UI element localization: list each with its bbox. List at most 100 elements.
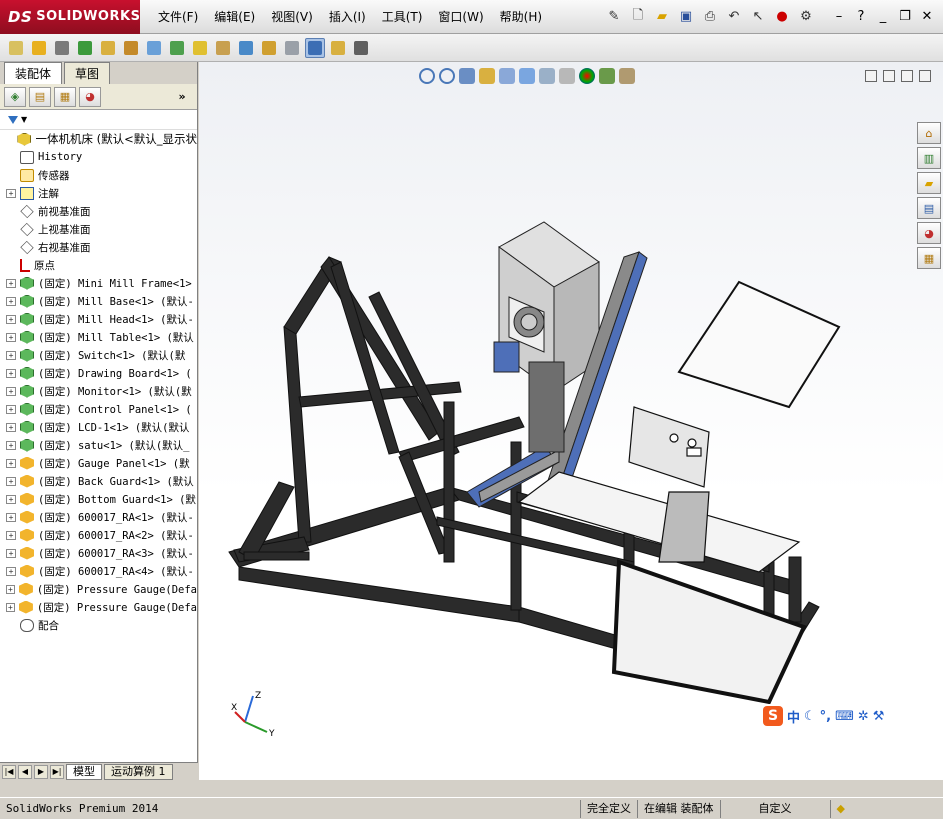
insert-component-icon[interactable] — [6, 38, 26, 58]
configuration-manager-icon[interactable]: ▦ — [54, 86, 76, 107]
new-document-icon[interactable]: 🗋 — [627, 6, 649, 28]
show-hidden-icon[interactable] — [144, 38, 164, 58]
tree-item[interactable]: + 注解 — [0, 184, 197, 202]
tree-item[interactable]: 上视基准面 — [0, 220, 197, 238]
tree-item[interactable]: History — [0, 148, 197, 166]
cnc-machine-model[interactable] — [199, 62, 943, 780]
tree-filter[interactable]: ▼ — [0, 110, 197, 130]
print-icon[interactable]: ⎙ — [699, 6, 721, 28]
tree-item[interactable]: + (固定) 600017_RA<2> (默认- — [0, 526, 197, 544]
tree-item[interactable]: + (固定) Control Panel<1> ( — [0, 400, 197, 418]
tree-item[interactable]: + (固定) Mill Head<1> (默认- — [0, 310, 197, 328]
appearances-icon[interactable]: ◕ — [917, 222, 941, 244]
save-icon[interactable]: ▣ — [675, 6, 697, 28]
tree-item[interactable]: + (固定) Mill Base<1> (默认- — [0, 292, 197, 310]
tree-item[interactable]: + (固定) Bottom Guard<1> (默 — [0, 490, 197, 508]
tab-motion-study-1[interactable]: 运动算例 1 — [104, 763, 173, 780]
new-part-icon[interactable] — [29, 38, 49, 58]
menu-tools[interactable]: 工具(T) — [374, 0, 431, 34]
update-speedpak-icon[interactable] — [328, 38, 348, 58]
bill-of-materials-icon[interactable] — [236, 38, 256, 58]
sogou-logo-icon[interactable]: S — [763, 706, 783, 726]
restore-window-icon[interactable]: ❐ — [895, 7, 915, 27]
menu-edit[interactable]: 编辑(E) — [206, 0, 263, 34]
mate-icon[interactable] — [52, 38, 72, 58]
graphics-viewport[interactable]: ⌂ ▥ ▰ ▤ ◕ ▦ Z Y X S 中 ☾ °, ⌨ ✲ ⚒ — [199, 62, 943, 780]
close-window-icon[interactable]: ✕ — [917, 7, 937, 27]
help-icon[interactable]: ? — [851, 7, 871, 27]
expand-plus-icon[interactable]: + — [6, 458, 16, 468]
select-arrow-icon[interactable]: ↖ — [747, 6, 769, 28]
expand-plus-icon[interactable]: + — [6, 278, 16, 288]
reference-geometry-icon[interactable] — [190, 38, 210, 58]
expand-plus-icon[interactable]: + — [6, 332, 16, 342]
expand-plus-icon[interactable]: + — [6, 584, 15, 594]
expand-plus-icon[interactable]: + — [6, 350, 16, 360]
minimize-icon[interactable]: _ — [873, 7, 893, 27]
instant3d-icon[interactable] — [305, 37, 325, 58]
tab-model[interactable]: 模型 — [66, 763, 102, 780]
tree-item[interactable]: + (固定) satu<1> (默认(默认_ — [0, 436, 197, 454]
filter-funnel-icon[interactable] — [8, 115, 18, 124]
ime-mode-indicator[interactable]: 中 — [787, 707, 800, 726]
ime-punctuation-icon[interactable]: °, — [820, 709, 831, 724]
tree-item[interactable]: + (固定) 600017_RA<4> (默认- — [0, 562, 197, 580]
pin-icon[interactable]: ✎ — [603, 6, 625, 28]
tree-item[interactable]: + (固定) Pressure Gauge(Defa — [0, 598, 197, 616]
expand-plus-icon[interactable]: + — [6, 422, 16, 432]
feature-manager-icon[interactable]: ◈ — [4, 86, 26, 107]
last-tab-icon[interactable]: ▶| — [50, 764, 64, 779]
tree-item[interactable]: + (固定) Mill Table<1> (默认 — [0, 328, 197, 346]
tree-item[interactable]: + (固定) Switch<1> (默认(默 — [0, 346, 197, 364]
view-palette-icon[interactable]: ▤ — [917, 197, 941, 219]
design-library-icon[interactable]: ▥ — [917, 147, 941, 169]
status-tag-icon[interactable]: ◆ — [829, 799, 851, 818]
expand-plus-icon[interactable]: + — [6, 512, 16, 522]
take-snapshot-icon[interactable] — [351, 38, 371, 58]
expand-plus-icon[interactable]: + — [6, 476, 16, 486]
ime-keyboard-icon[interactable]: ⌨ — [835, 709, 854, 724]
ime-settings-icon[interactable]: ⚒ — [873, 709, 885, 724]
tree-item[interactable]: + (固定) 600017_RA<1> (默认- — [0, 508, 197, 526]
tree-item[interactable]: + (固定) LCD-1<1> (默认(默认 — [0, 418, 197, 436]
assembly-features-icon[interactable] — [167, 38, 187, 58]
expand-plus-icon[interactable]: + — [6, 314, 16, 324]
minimize-window-icon[interactable]: – — [829, 7, 849, 27]
property-manager-icon[interactable]: ▤ — [29, 86, 51, 107]
options-icon[interactable]: ⚙ — [795, 6, 817, 28]
undo-icon[interactable]: ↶ — [723, 6, 745, 28]
expand-plus-icon[interactable]: + — [6, 494, 16, 504]
status-units[interactable]: 自定义 — [719, 799, 830, 818]
file-explorer-icon[interactable]: ▰ — [917, 172, 941, 194]
expand-plus-icon[interactable]: + — [6, 548, 16, 558]
expand-plus-icon[interactable]: + — [6, 440, 16, 450]
expand-plus-icon[interactable]: + — [6, 386, 16, 396]
expand-plus-icon[interactable]: + — [6, 296, 16, 306]
expand-tabs-chevron-icon[interactable]: » — [171, 87, 193, 107]
tree-item[interactable]: 原点 — [0, 256, 197, 274]
solidworks-logo[interactable]: DS SOLIDWORKS — [0, 0, 140, 34]
tree-root[interactable]: 一体机机床 (默认<默认_显示状 — [0, 130, 197, 148]
filter-dropdown-icon[interactable]: ▼ — [21, 115, 27, 124]
tree-item[interactable]: 右视基准面 — [0, 238, 197, 256]
tree-item[interactable]: + (固定) Gauge Panel<1> (默 — [0, 454, 197, 472]
tab-sketch[interactable]: 草图 — [64, 62, 111, 84]
tree-item[interactable]: + (固定) 600017_RA<3> (默认- — [0, 544, 197, 562]
explode-line-sketch-icon[interactable] — [282, 38, 302, 58]
solidworks-resources-icon[interactable]: ⌂ — [917, 122, 941, 144]
expand-plus-icon[interactable]: + — [6, 566, 16, 576]
expand-plus-icon[interactable]: + — [6, 368, 16, 378]
first-tab-icon[interactable]: |◀ — [2, 764, 16, 779]
smart-fasteners-icon[interactable] — [98, 38, 118, 58]
menu-window[interactable]: 窗口(W) — [430, 0, 491, 34]
tree-item[interactable]: + (固定) Back Guard<1> (默认 — [0, 472, 197, 490]
exploded-view-icon[interactable] — [259, 38, 279, 58]
expand-plus-icon[interactable]: + — [6, 530, 16, 540]
prev-tab-icon[interactable]: ◀ — [18, 764, 32, 779]
expand-plus-icon[interactable]: + — [6, 404, 16, 414]
ime-moon-icon[interactable]: ☾ — [804, 709, 816, 724]
rebuild-traffic-light-icon[interactable]: ● — [771, 6, 793, 28]
tree-item[interactable]: + (固定) Drawing Board<1> ( — [0, 364, 197, 382]
expand-plus-icon[interactable]: + — [6, 602, 15, 612]
next-tab-icon[interactable]: ▶ — [34, 764, 48, 779]
